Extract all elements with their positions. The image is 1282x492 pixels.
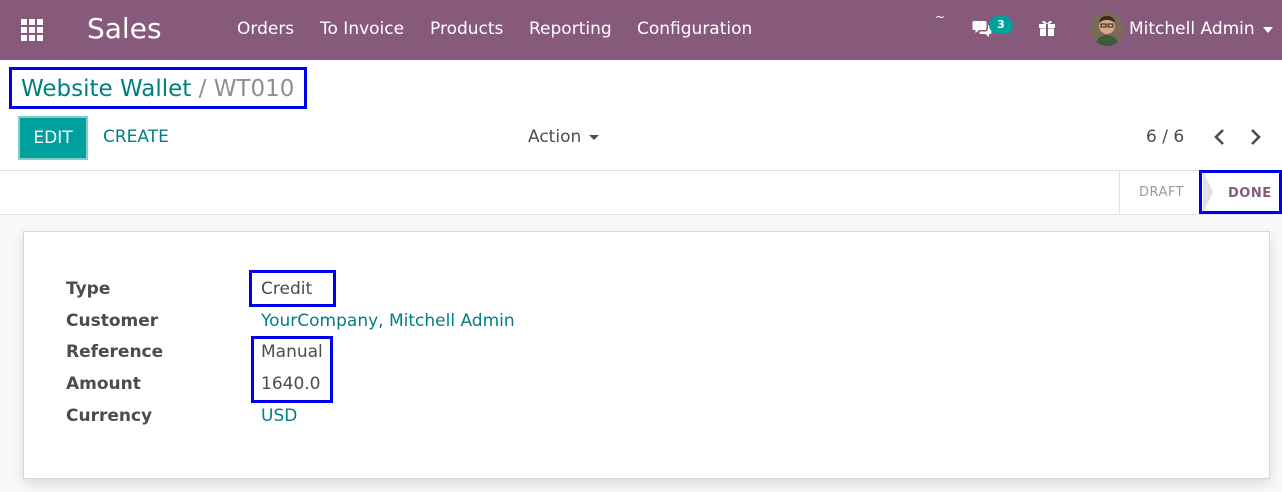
status-draft[interactable]: DRAFT: [1119, 171, 1203, 214]
top-navbar: Sales Orders To Invoice Products Reporti…: [0, 0, 1282, 60]
avatar[interactable]: [1090, 12, 1124, 46]
pager-value[interactable]: 6 / 6: [1146, 127, 1184, 147]
field-label-amount: Amount: [66, 374, 141, 394]
statusbar: DRAFT: [0, 170, 1282, 215]
field-value-customer[interactable]: YourCompany, Mitchell Admin: [261, 311, 515, 331]
menu-item-products[interactable]: Products: [430, 19, 503, 39]
reference-amount-highlight: [251, 336, 333, 403]
create-button[interactable]: CREATE: [103, 127, 169, 147]
breadcrumb: Website Wallet / WT010: [21, 76, 294, 102]
menu-item-configuration[interactable]: Configuration: [637, 19, 752, 39]
gift-icon[interactable]: [1038, 19, 1056, 41]
chevron-right-icon[interactable]: [1245, 126, 1265, 148]
tilde-glyph: ~: [935, 10, 946, 24]
field-label-reference: Reference: [66, 342, 164, 362]
breadcrumb-parent[interactable]: Website Wallet: [21, 76, 191, 102]
field-label-type: Type: [66, 279, 111, 299]
type-highlight: [249, 270, 336, 307]
caret-down-icon: [589, 134, 600, 140]
breadcrumb-separator: /: [198, 76, 207, 102]
menu-item-to-invoice[interactable]: To Invoice: [320, 19, 404, 39]
menu-item-orders[interactable]: Orders: [237, 19, 294, 39]
user-name[interactable]: Mitchell Admin: [1129, 19, 1255, 39]
form-sheet: [23, 231, 1270, 479]
action-dropdown[interactable]: Action: [528, 127, 600, 147]
messages-count-badge: 3: [989, 16, 1013, 34]
edit-button[interactable]: EDIT: [18, 116, 88, 160]
field-value-currency[interactable]: USD: [261, 406, 297, 426]
status-done[interactable]: DONE: [1228, 186, 1272, 201]
field-label-customer: Customer: [66, 311, 159, 331]
action-label: Action: [528, 127, 582, 147]
apps-grid-icon[interactable]: [21, 19, 43, 41]
user-menu-caret-icon[interactable]: [1263, 27, 1273, 33]
field-label-currency: Currency: [66, 406, 153, 426]
chevron-left-icon[interactable]: [1210, 126, 1230, 148]
breadcrumb-current: WT010: [213, 76, 295, 102]
app-title[interactable]: Sales: [87, 12, 162, 45]
menu-item-reporting[interactable]: Reporting: [529, 19, 612, 39]
